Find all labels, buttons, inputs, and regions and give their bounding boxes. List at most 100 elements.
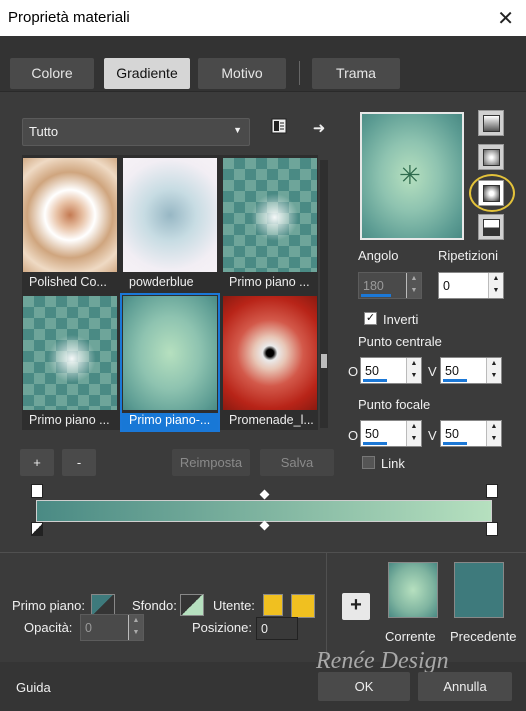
remove-gradient-button[interactable]: -	[62, 449, 96, 476]
save-button[interactable]: Salva	[260, 449, 334, 476]
foreground-swatch[interactable]	[91, 594, 115, 616]
center-v-stepper[interactable]: 50 ▲ ▼	[440, 357, 502, 384]
tab-colore[interactable]: Colore	[10, 58, 94, 89]
cancel-button[interactable]: Annulla	[418, 672, 512, 701]
previous-swatch[interactable]	[454, 562, 504, 618]
thumbnail-label: powderblue	[129, 275, 194, 289]
gradient-thumbnail[interactable]: Primo piano ...	[22, 295, 118, 430]
focal-v-value: 50	[445, 427, 459, 441]
user-color-swatch[interactable]	[263, 594, 283, 616]
opacity-stop-left[interactable]	[31, 484, 43, 498]
linear-gradient-icon	[483, 115, 500, 132]
spin-arrows-icon[interactable]: ▲ ▼	[406, 358, 421, 383]
center-v-value: 50	[445, 364, 459, 378]
previous-label: Precedente	[450, 629, 517, 644]
rectangular-style-button[interactable]	[478, 144, 504, 170]
center-o-value: 50	[365, 364, 379, 378]
color-stop-left[interactable]	[31, 522, 43, 536]
gradient-swatch	[23, 296, 117, 410]
repeat-stepper[interactable]: 0 ▲ ▼	[438, 272, 504, 299]
link-checkbox[interactable]	[362, 456, 375, 469]
chevron-down-icon: ▼	[233, 125, 242, 135]
position-value: 0	[261, 622, 268, 636]
window-title: Proprietà materiali	[8, 9, 130, 26]
tab-gradiente[interactable]: Gradiente	[104, 58, 190, 89]
center-v-label: V	[428, 364, 437, 379]
center-o-slider[interactable]	[363, 379, 387, 382]
close-icon[interactable]: ✕	[497, 6, 514, 31]
center-point-icon[interactable]: ✳	[399, 160, 421, 191]
link-label: Link	[381, 456, 405, 471]
reset-button[interactable]: Reimposta	[172, 449, 250, 476]
repeat-value: 0	[443, 279, 450, 293]
position-label: Posizione:	[192, 620, 252, 635]
color-midpoint[interactable]	[259, 520, 270, 531]
spin-arrows-icon[interactable]: ▲ ▼	[486, 358, 501, 383]
focal-v-slider[interactable]	[443, 442, 467, 445]
divider	[326, 553, 327, 661]
arrow-right-icon[interactable]: ➜	[308, 118, 330, 140]
gradient-thumbnail[interactable]: Polished Co...	[22, 157, 118, 292]
gradient-swatch	[223, 158, 317, 272]
opacity-label: Opacità:	[24, 620, 73, 635]
gradient-swatch	[223, 296, 317, 410]
tab-separator	[299, 61, 300, 85]
tab-motivo[interactable]: Motivo	[198, 58, 286, 89]
spin-arrows-icon[interactable]: ▲ ▼	[486, 421, 501, 446]
focal-o-slider[interactable]	[363, 442, 387, 445]
gradient-preview[interactable]: ✳	[360, 112, 464, 240]
gradient-thumbnail[interactable]: Primo piano ...	[222, 157, 318, 292]
foreground-label: Primo piano:	[12, 598, 85, 613]
tab-bar: Colore Gradiente Motivo Trama	[0, 36, 526, 92]
spin-arrows-icon[interactable]: ▲ ▼	[406, 421, 421, 446]
background-swatch[interactable]	[180, 594, 204, 616]
gradient-swatch	[23, 158, 117, 272]
gradient-thumbnail-selected[interactable]: Primo piano-...	[120, 293, 220, 432]
thumbnail-label: Primo piano-...	[122, 413, 218, 430]
focal-o-value: 50	[365, 427, 379, 441]
linear-style-button[interactable]	[478, 110, 504, 136]
category-selected: Tutto	[29, 124, 59, 139]
scrollbar-thumb[interactable]	[321, 354, 327, 368]
rectangular-gradient-icon	[483, 149, 500, 166]
current-swatch[interactable]	[388, 562, 438, 618]
spin-arrows-icon[interactable]: ▲ ▼	[128, 615, 143, 640]
center-o-stepper[interactable]: 50 ▲ ▼	[360, 357, 422, 384]
add-swatch-button[interactable]: +	[342, 593, 370, 620]
user-label: Utente:	[213, 598, 255, 613]
angle-slider[interactable]	[361, 294, 391, 297]
current-label: Corrente	[385, 629, 436, 644]
gradient-thumbnail[interactable]: Promenade_l...	[222, 295, 318, 430]
background-label: Sfondo:	[132, 598, 177, 613]
position-input[interactable]: 0	[256, 617, 298, 640]
focal-o-stepper[interactable]: 50 ▲ ▼	[360, 420, 422, 447]
title-bar: Proprietà materiali ✕	[0, 0, 526, 36]
invert-checkbox[interactable]: ✓	[364, 312, 377, 325]
color-stop-right[interactable]	[486, 522, 498, 536]
library-icon[interactable]	[268, 118, 290, 140]
gradient-thumbnail[interactable]: powderblue	[122, 157, 218, 292]
ok-button[interactable]: OK	[318, 672, 410, 701]
user-color-swatch[interactable]	[291, 594, 315, 618]
opacity-stepper[interactable]: 0 ▲ ▼	[80, 614, 144, 641]
tab-trama[interactable]: Trama	[312, 58, 400, 89]
thumbnail-label: Primo piano ...	[229, 275, 310, 289]
focal-point-label: Punto focale	[358, 397, 431, 412]
repeat-label: Ripetizioni	[438, 248, 498, 263]
opacity-value: 0	[85, 621, 92, 635]
category-dropdown[interactable]: Tutto ▼	[22, 118, 250, 146]
center-v-slider[interactable]	[443, 379, 467, 382]
thumbnail-label: Primo piano ...	[29, 413, 110, 427]
add-gradient-button[interactable]: +	[20, 449, 54, 476]
gradient-editor-bar[interactable]	[36, 500, 492, 522]
spin-arrows-icon[interactable]: ▲ ▼	[488, 273, 503, 298]
opacity-midpoint[interactable]	[259, 489, 270, 500]
angle-stepper[interactable]: 180 ▲ ▼	[358, 272, 422, 299]
list-scrollbar[interactable]	[320, 160, 328, 428]
focal-v-stepper[interactable]: 50 ▲ ▼	[440, 420, 502, 447]
opacity-stop-right[interactable]	[486, 484, 498, 498]
help-link[interactable]: Guida	[16, 680, 51, 695]
focal-v-label: V	[428, 428, 437, 443]
sunburst-style-button[interactable]	[478, 214, 504, 240]
spin-arrows-icon[interactable]: ▲ ▼	[406, 273, 421, 298]
